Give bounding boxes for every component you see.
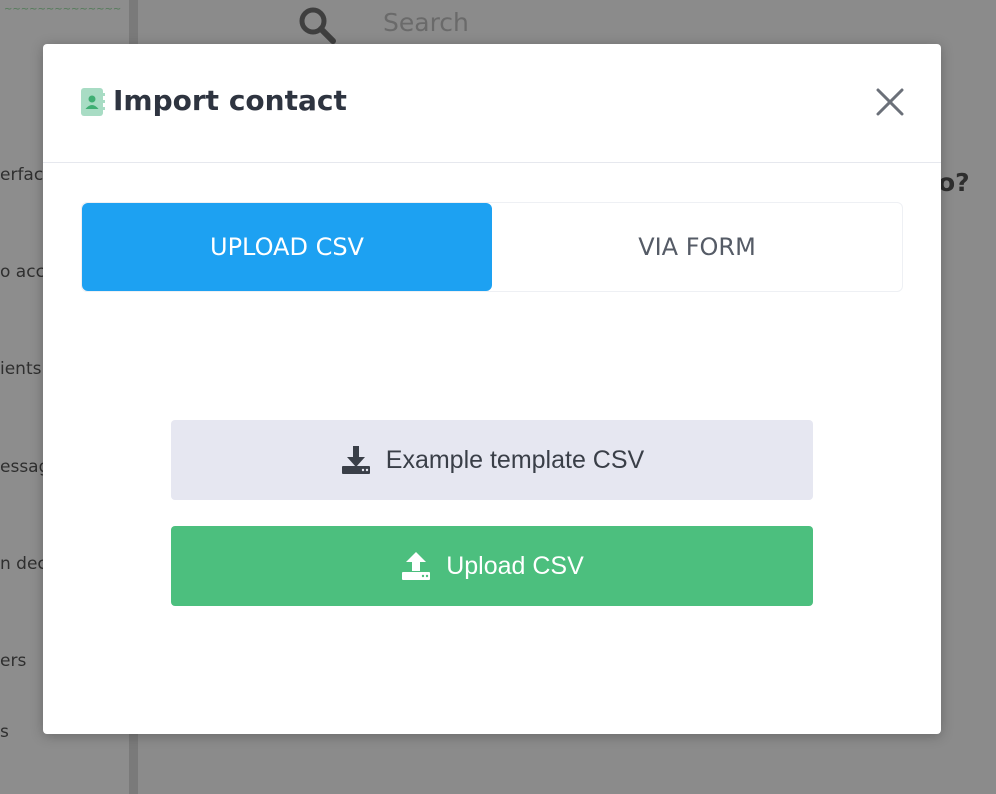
example-template-csv-button[interactable]: Example template CSV (171, 420, 813, 500)
example-template-csv-label: Example template CSV (385, 445, 645, 474)
sidebar-item[interactable]: erfac (0, 165, 43, 185)
sidebar-item[interactable]: n dec (0, 554, 47, 574)
close-icon (876, 88, 904, 116)
upload-csv-button[interactable]: Upload CSV (171, 526, 813, 606)
sidebar-item[interactable]: o acc (0, 262, 45, 282)
tab-upload-csv[interactable]: UPLOAD CSV (82, 203, 492, 291)
page-heading-fragment: o? (938, 168, 970, 197)
tab-via-form[interactable]: VIA FORM (492, 203, 902, 291)
import-method-tabs: UPLOAD CSV VIA FORM (81, 202, 903, 292)
modal-header: Import contact (43, 44, 941, 163)
sidebar-logo: ~~~~~~~~~~~~~~ (4, 4, 122, 15)
sidebar-item[interactable]: s (0, 722, 9, 742)
search-icon (299, 7, 336, 44)
upload-csv-label: Upload CSV (446, 551, 584, 580)
close-button[interactable] (873, 85, 907, 119)
upload-icon (402, 552, 431, 580)
import-contact-modal: Import contact UPLOAD CSV VIA FORM Examp… (43, 44, 941, 734)
search-input[interactable]: Search (383, 8, 469, 37)
sidebar-item[interactable]: ients (0, 359, 41, 379)
sidebar-item[interactable]: ers (0, 651, 26, 671)
sidebar-item[interactable]: essag (0, 457, 49, 477)
download-icon (341, 446, 370, 474)
contact-book-icon (81, 88, 105, 116)
modal-title: Import contact (113, 84, 347, 117)
